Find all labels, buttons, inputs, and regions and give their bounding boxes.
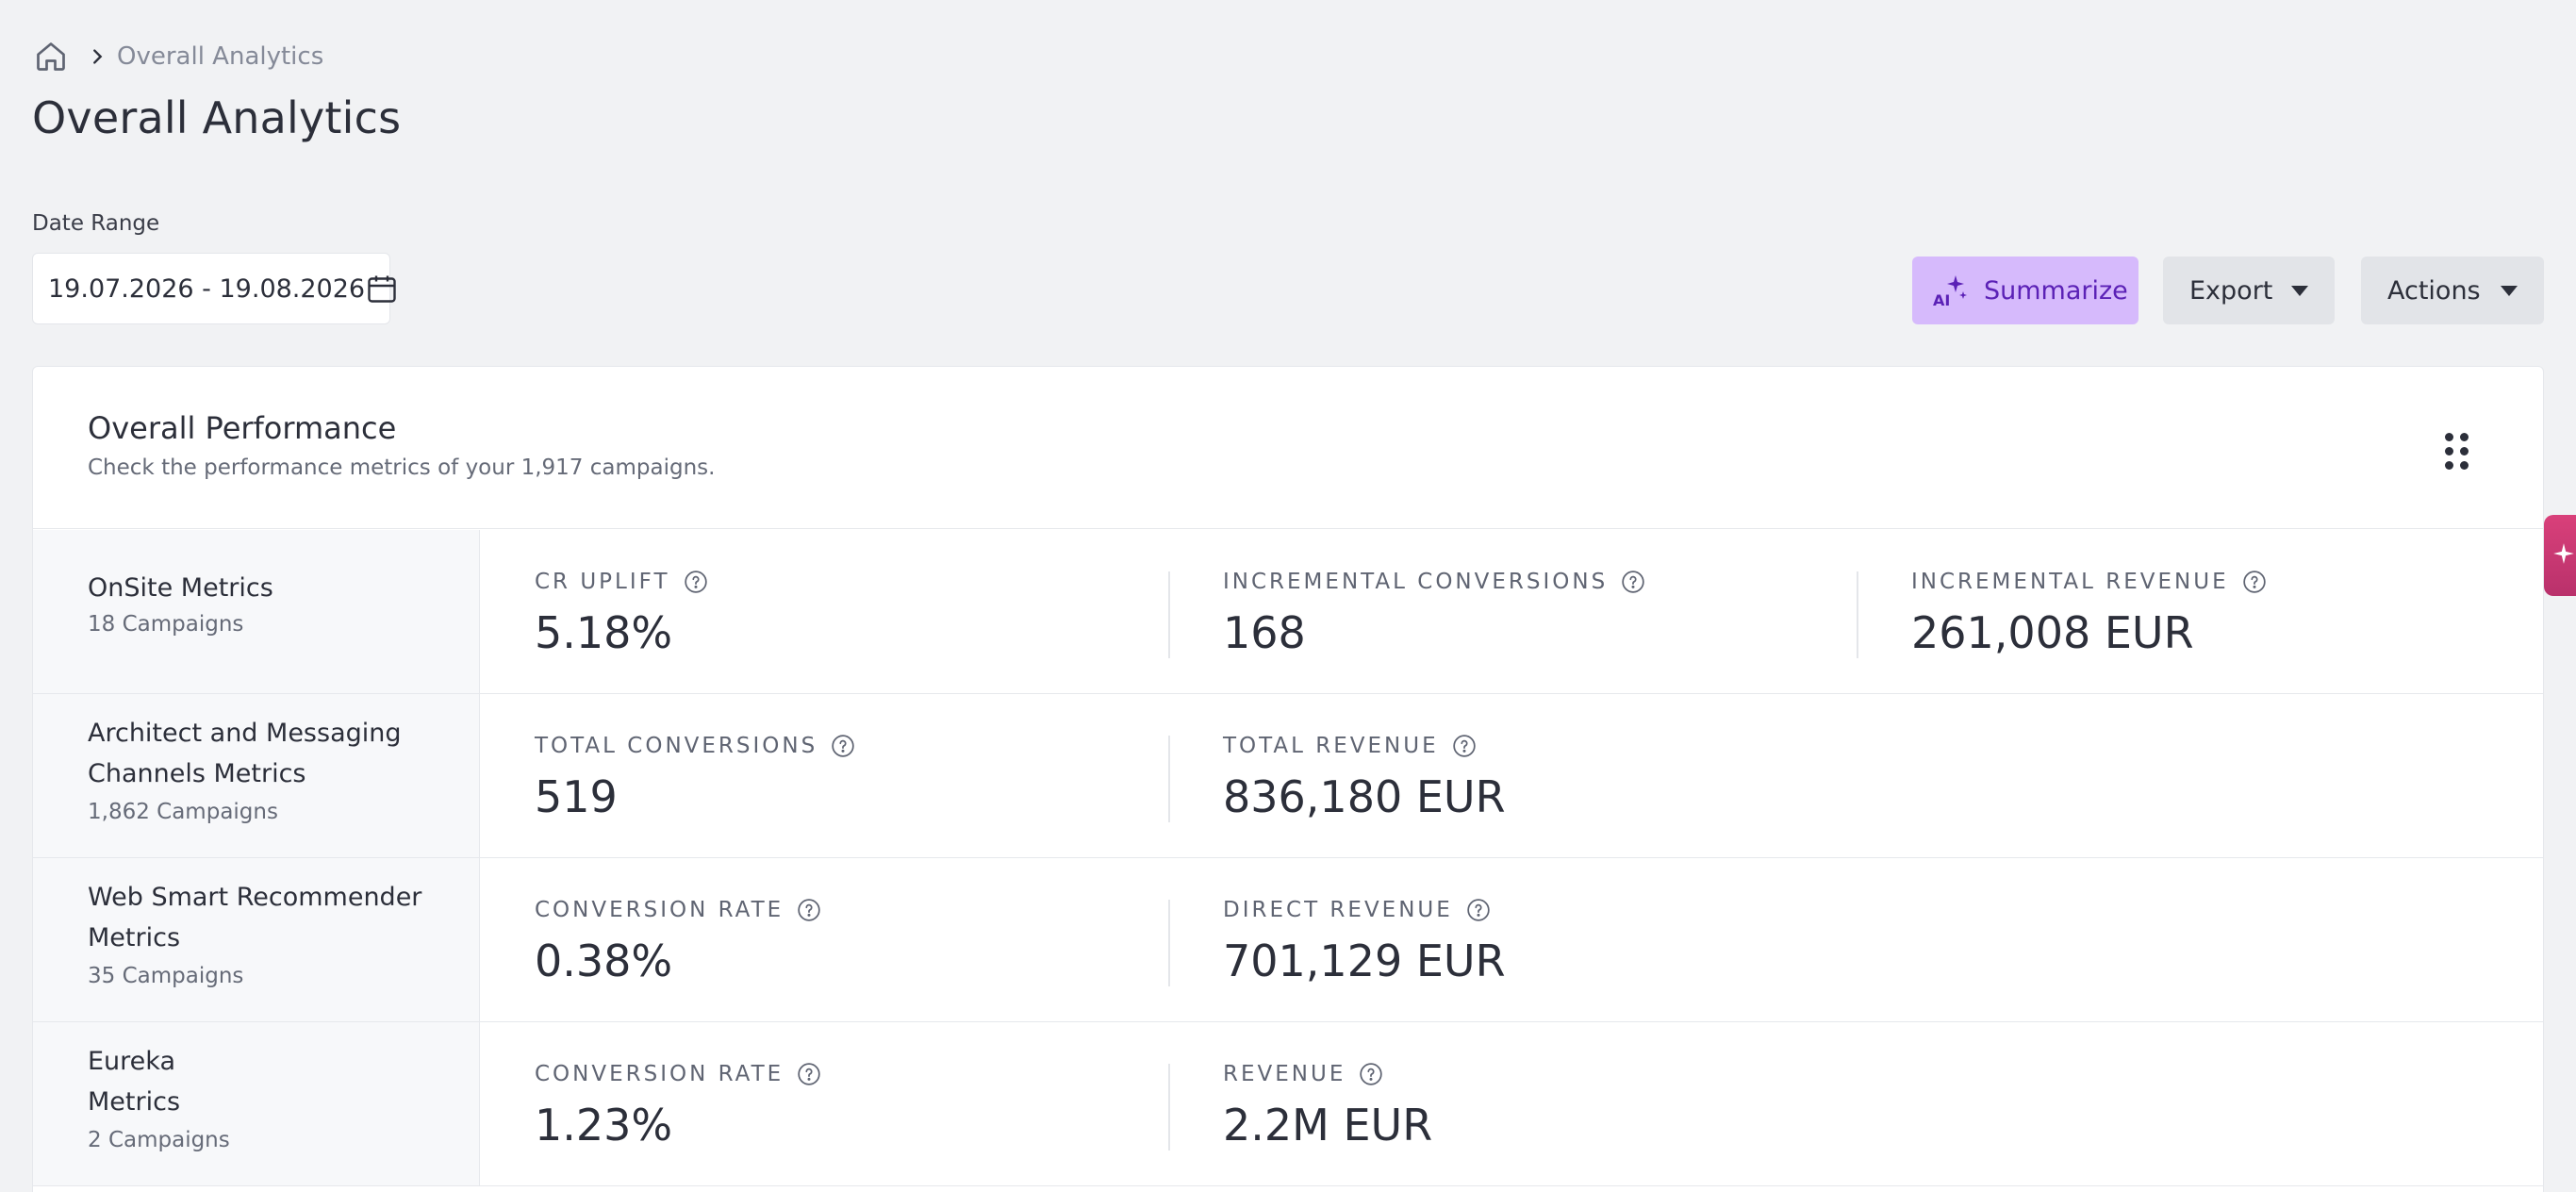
metrics-row-onsite: OnSite Metrics 18 Campaigns CR UPLIFT 5.… [33, 530, 2543, 694]
overall-analytics-page: Overall Analytics Overall Analytics Date… [0, 0, 2576, 1192]
breadcrumb: Overall Analytics [34, 38, 323, 75]
metric-label: INCREMENTAL REVENUE [1911, 570, 2229, 594]
row-label: Architect and Messaging Channels Metrics… [33, 694, 480, 857]
caret-down-icon [2291, 285, 2308, 296]
date-range-label: Date Range [32, 211, 160, 236]
metric-label: INCREMENTAL CONVERSIONS [1223, 570, 1609, 594]
metric-value: 168 [1223, 607, 1306, 658]
ai-sparkle-icon: AI [1931, 272, 1969, 309]
metrics-row-web-smart-recommender: Web Smart Recommender Metrics 35 Campaig… [33, 858, 2543, 1022]
metric-label: TOTAL CONVERSIONS [535, 734, 818, 758]
help-icon[interactable] [1466, 898, 1491, 922]
metric-value: 836,180 EUR [1223, 771, 1506, 822]
help-icon[interactable] [1359, 1062, 1383, 1086]
help-icon[interactable] [1452, 734, 1477, 758]
row-name: Architect and Messaging Channels Metrics [88, 719, 402, 788]
help-icon[interactable] [2242, 570, 2267, 594]
home-icon[interactable] [34, 40, 68, 74]
divider [1168, 900, 1170, 986]
metric-label: CONVERSION RATE [535, 898, 784, 922]
metric-label: CR UPLIFT [535, 570, 670, 594]
row-name: Eureka Metrics [88, 1047, 181, 1117]
assistant-side-tab[interactable] [2544, 515, 2576, 596]
date-range-picker[interactable]: 19.07.2026 - 19.08.2026 [32, 253, 396, 324]
summarize-label: Summarize [1984, 275, 2128, 306]
card-subtitle: Check the performance metrics of your 1,… [88, 455, 716, 480]
metric-label: REVENUE [1223, 1062, 1346, 1086]
row-campaign-count: 35 Campaigns [88, 964, 244, 988]
help-icon[interactable] [831, 734, 855, 758]
sparkle-icon [2551, 541, 2576, 570]
row-campaign-count: 2 Campaigns [88, 1128, 230, 1152]
row-label: OnSite Metrics 18 Campaigns [33, 530, 480, 693]
row-campaign-count: 1,862 Campaigns [88, 800, 278, 824]
overall-performance-card: Overall Performance Check the performanc… [32, 366, 2544, 1192]
metric-value: 701,129 EUR [1223, 935, 1506, 986]
divider [1168, 1064, 1170, 1151]
metric-value: 519 [535, 771, 618, 822]
calendar-icon[interactable] [365, 272, 399, 306]
export-button[interactable]: Export [2163, 257, 2335, 324]
metric-value: 261,008 EUR [1911, 607, 2194, 658]
help-icon[interactable] [797, 1062, 821, 1086]
summarize-button[interactable]: AI Summarize [1912, 257, 2138, 324]
metric-value: 2.2M EUR [1223, 1100, 1433, 1151]
row-label: Web Smart Recommender Metrics 35 Campaig… [33, 858, 480, 1021]
metric-label: TOTAL REVENUE [1223, 734, 1439, 758]
divider [1168, 571, 1170, 658]
card-title: Overall Performance [88, 410, 397, 446]
breadcrumb-current: Overall Analytics [117, 42, 324, 71]
metric-value: 5.18% [535, 607, 673, 658]
caret-down-icon [2501, 285, 2518, 296]
row-name: OnSite Metrics [88, 573, 273, 603]
metrics-row-eureka: Eureka Metrics 2 Campaigns CONVERSION RA… [33, 1022, 2543, 1186]
metrics-row-architect: Architect and Messaging Channels Metrics… [33, 694, 2543, 858]
help-icon[interactable] [684, 570, 708, 594]
actions-label: Actions [2387, 275, 2481, 306]
ai-badge-text: AI [1933, 291, 1950, 309]
metric-label: DIRECT REVENUE [1223, 898, 1453, 922]
chevron-right-icon [87, 46, 107, 67]
row-name: Web Smart Recommender Metrics [88, 883, 422, 952]
date-range-value: 19.07.2026 - 19.08.2026 [48, 273, 366, 304]
metric-value: 1.23% [535, 1100, 673, 1151]
more-options-icon[interactable] [2445, 433, 2469, 470]
row-campaign-count: 18 Campaigns [88, 612, 244, 637]
page-title: Overall Analytics [32, 92, 402, 143]
help-icon[interactable] [797, 898, 821, 922]
divider [1168, 736, 1170, 822]
export-label: Export [2189, 275, 2273, 306]
divider [1857, 571, 1858, 658]
actions-button[interactable]: Actions [2361, 257, 2544, 324]
metric-value: 0.38% [535, 935, 673, 986]
metric-label: CONVERSION RATE [535, 1062, 784, 1086]
help-icon[interactable] [1621, 570, 1645, 594]
card-header: Overall Performance Check the performanc… [33, 367, 2543, 529]
row-label: Eureka Metrics 2 Campaigns [33, 1022, 480, 1185]
